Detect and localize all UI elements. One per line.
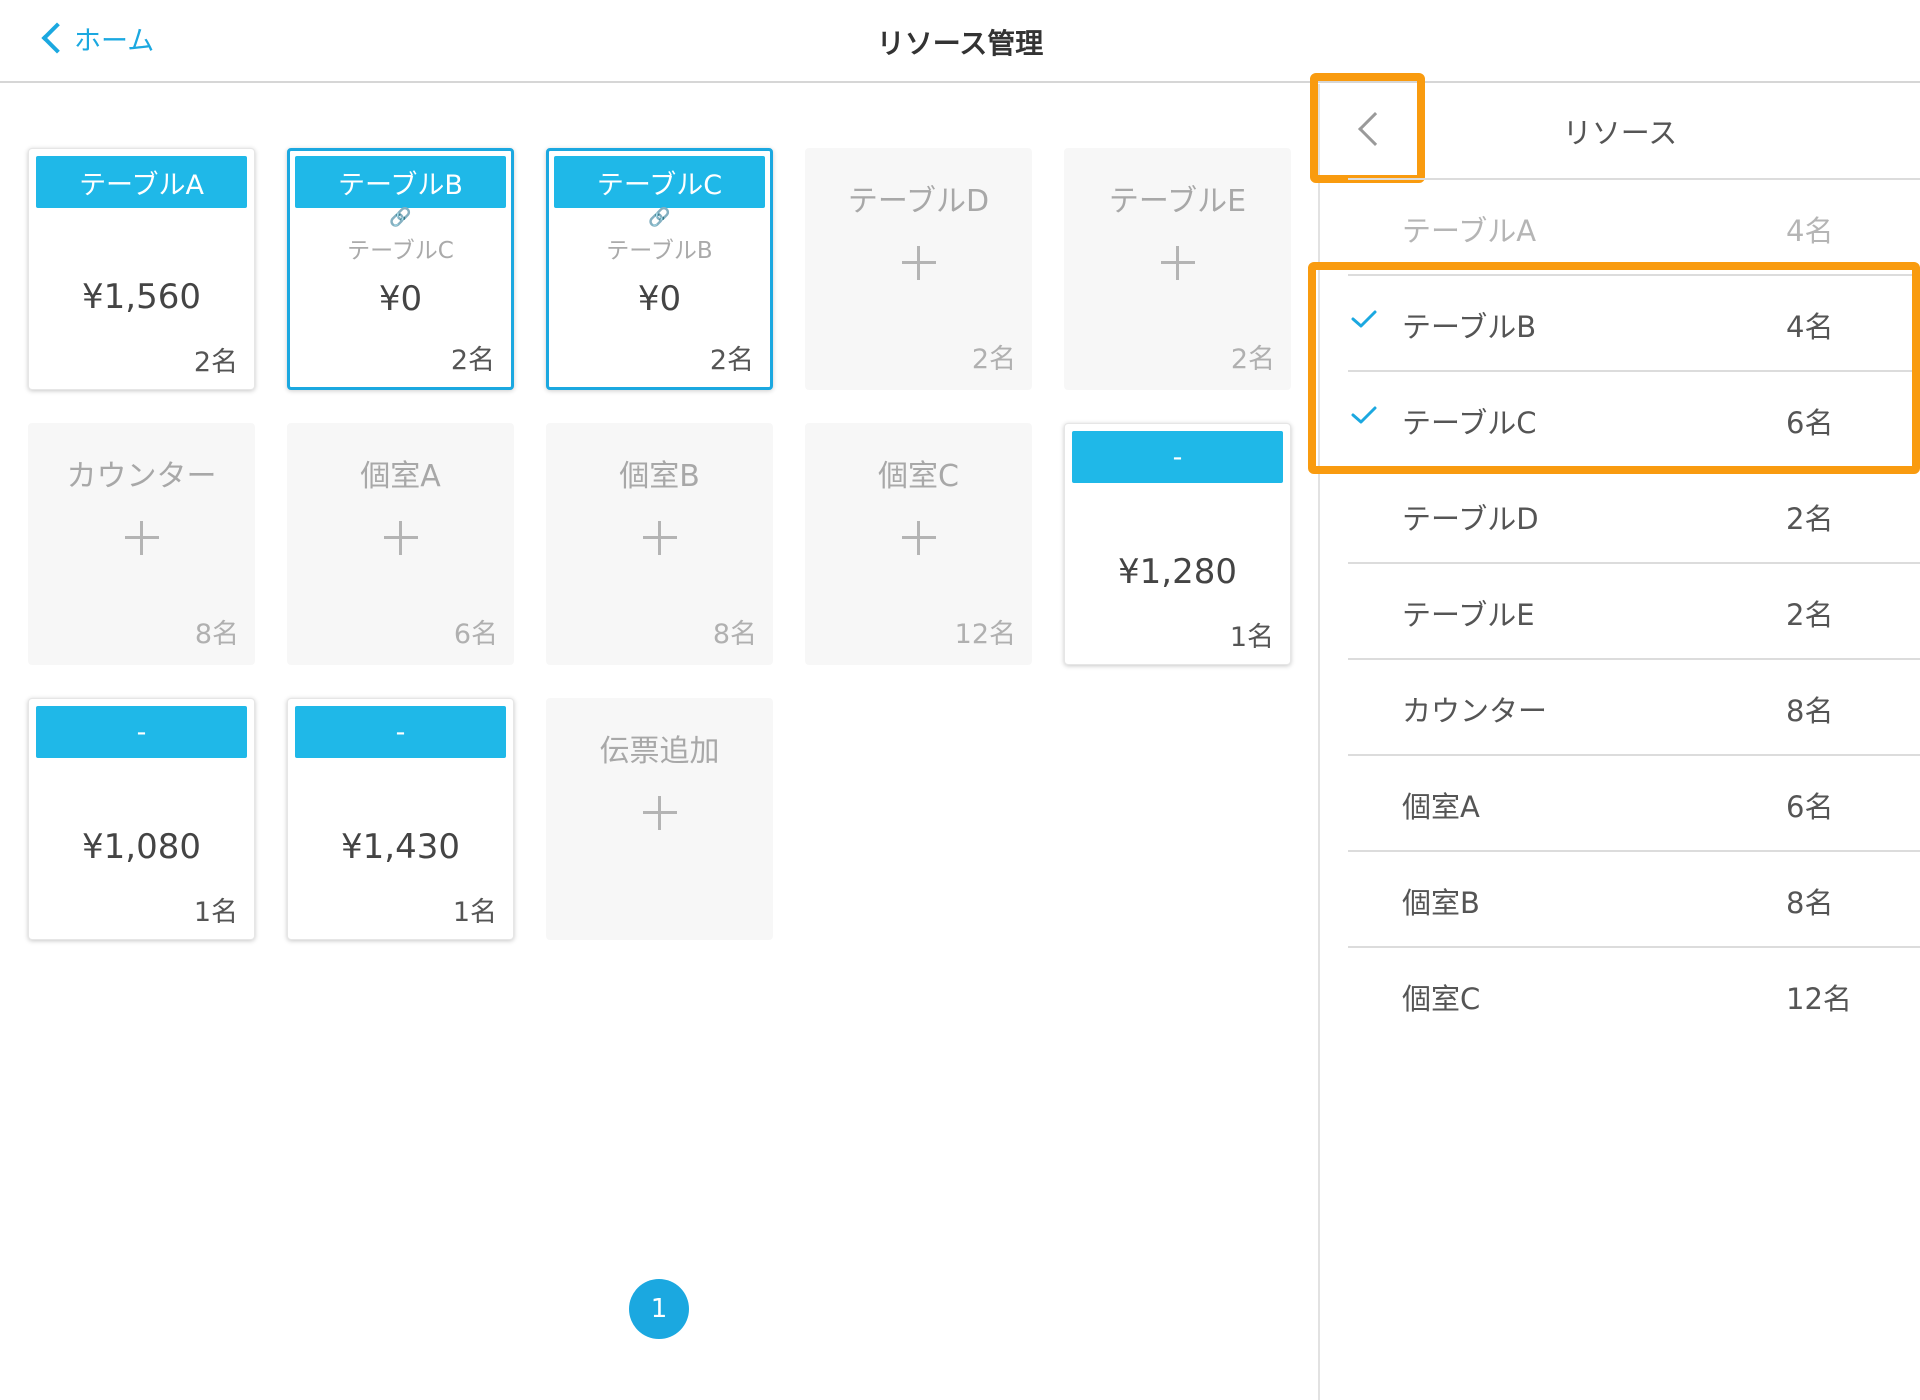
card-amount: ¥1,430 bbox=[341, 827, 460, 867]
card-guest-count: 2名 bbox=[971, 344, 1016, 375]
card-resource-name: カウンター bbox=[66, 459, 217, 494]
resource-list-item[interactable]: テーブルA 4名 bbox=[1348, 180, 1920, 276]
card-header-label: テーブルB bbox=[295, 156, 506, 208]
link-icon: 🔗 bbox=[648, 207, 671, 228]
card-guest-count: 6名 bbox=[453, 619, 498, 650]
resource-name: テーブルE bbox=[1402, 598, 1535, 632]
card-resource-name: 個室B bbox=[619, 459, 700, 494]
card-guest-count: 2名 bbox=[193, 347, 238, 378]
card-guest-count: 2名 bbox=[709, 345, 754, 376]
plus-icon bbox=[901, 521, 936, 555]
linked-resource-label: テーブルC bbox=[347, 238, 454, 264]
resource-list-item[interactable]: 個室A 6名 bbox=[1348, 756, 1920, 852]
resource-capacity: 6名 bbox=[1786, 406, 1834, 440]
resource-capacity: 8名 bbox=[1786, 886, 1834, 920]
card-amount: ¥0 bbox=[378, 279, 423, 319]
slip-card[interactable]: - ¥1,430 1名 bbox=[287, 698, 514, 940]
card-resource-name: 個室A bbox=[360, 459, 441, 494]
panel-back-button[interactable] bbox=[1310, 73, 1425, 183]
card-guest-count: 2名 bbox=[1230, 344, 1275, 375]
chevron-left-icon bbox=[1358, 112, 1392, 146]
resource-list-item[interactable]: 個室B 8名 bbox=[1348, 852, 1920, 948]
card-amount: ¥1,280 bbox=[1118, 552, 1237, 592]
resource-list-item[interactable]: テーブルB 4名 bbox=[1348, 276, 1920, 372]
card-header-label: - bbox=[1072, 431, 1283, 483]
card-guest-count: 12名 bbox=[954, 619, 1016, 650]
resource-name: テーブルB bbox=[1402, 310, 1537, 344]
top-bar: ホーム リソース管理 bbox=[0, 0, 1920, 83]
slip-card[interactable]: テーブルB 🔗 テーブルC ¥0 2名 bbox=[287, 148, 514, 390]
resource-capacity: 8名 bbox=[1786, 694, 1834, 728]
plus-icon bbox=[901, 246, 936, 280]
card-resource-name: 個室C bbox=[878, 459, 959, 494]
resource-capacity: 2名 bbox=[1786, 598, 1834, 632]
resource-name: テーブルD bbox=[1402, 502, 1539, 536]
card-resource-name: テーブルD bbox=[847, 184, 990, 219]
resource-capacity: 4名 bbox=[1786, 310, 1834, 344]
resource-name: 個室C bbox=[1402, 982, 1481, 1016]
resource-list-item[interactable]: テーブルE 2名 bbox=[1348, 564, 1920, 660]
resource-list-item[interactable]: カウンター 8名 bbox=[1348, 660, 1920, 756]
card-resource-name: 伝票追加 bbox=[599, 734, 720, 769]
card-header-label: テーブルC bbox=[554, 156, 765, 208]
plus-icon bbox=[642, 521, 677, 555]
slip-card[interactable]: テーブルA ¥1,560 2名 bbox=[28, 148, 255, 390]
resource-card-empty[interactable]: 個室A 6名 bbox=[287, 423, 514, 665]
resource-card-empty[interactable]: 個室C 12名 bbox=[805, 423, 1032, 665]
panel-title: リソース bbox=[1562, 116, 1678, 150]
card-guest-count: 8名 bbox=[194, 619, 239, 650]
card-amount: ¥1,080 bbox=[82, 827, 201, 867]
resource-name: テーブルA bbox=[1402, 214, 1537, 248]
link-icon: 🔗 bbox=[389, 207, 412, 228]
plus-icon bbox=[1160, 246, 1195, 280]
card-guest-count: 1名 bbox=[452, 897, 497, 928]
resource-name: 個室B bbox=[1402, 886, 1480, 920]
page-button-1[interactable]: 1 bbox=[629, 1279, 689, 1339]
resource-list-item[interactable]: 個室C 12名 bbox=[1348, 948, 1920, 1044]
page-title: リソース管理 bbox=[876, 27, 1044, 60]
plus-icon bbox=[642, 796, 677, 830]
resource-card-empty[interactable]: テーブルE 2名 bbox=[1064, 148, 1291, 390]
resource-list-item[interactable]: テーブルD 2名 bbox=[1348, 468, 1920, 564]
plus-icon bbox=[124, 521, 159, 555]
slip-card[interactable]: テーブルC 🔗 テーブルB ¥0 2名 bbox=[546, 148, 773, 390]
resource-capacity: 12名 bbox=[1786, 982, 1852, 1016]
resource-capacity: 2名 bbox=[1786, 502, 1834, 536]
card-header-label: テーブルA bbox=[36, 156, 247, 208]
resource-name: 個室A bbox=[1402, 790, 1480, 824]
panel-divider bbox=[1318, 84, 1320, 1400]
card-amount: ¥0 bbox=[637, 279, 682, 319]
resource-capacity: 4名 bbox=[1786, 214, 1834, 248]
card-guest-count: 1名 bbox=[193, 897, 238, 928]
linked-resource-label: テーブルB bbox=[606, 238, 713, 264]
resource-name: カウンター bbox=[1402, 694, 1548, 728]
resource-list-item[interactable]: テーブルC 6名 bbox=[1348, 372, 1920, 468]
card-guest-count: 2名 bbox=[450, 345, 495, 376]
resource-card-empty[interactable]: 個室B 8名 bbox=[546, 423, 773, 665]
card-guest-count: 1名 bbox=[1229, 622, 1274, 653]
resource-name: テーブルC bbox=[1402, 406, 1537, 440]
resource-card-empty[interactable]: テーブルD 2名 bbox=[805, 148, 1032, 390]
slip-card[interactable]: - ¥1,280 1名 bbox=[1064, 423, 1291, 665]
card-guest-count: 8名 bbox=[712, 619, 757, 650]
card-header-label: - bbox=[36, 706, 247, 758]
slip-card[interactable]: - ¥1,080 1名 bbox=[28, 698, 255, 940]
resource-card-empty[interactable]: カウンター 8名 bbox=[28, 423, 255, 665]
plus-icon bbox=[383, 521, 418, 555]
card-amount: ¥1,560 bbox=[82, 277, 201, 317]
resource-capacity: 6名 bbox=[1786, 790, 1834, 824]
checkmark-icon bbox=[1351, 406, 1377, 424]
resource-list: テーブルA 4名 テーブルB 4名 テーブルC 6名 テーブルD 2名 テーブルE 2名 カウンター… bbox=[1348, 180, 1920, 1044]
resource-card-empty[interactable]: 伝票追加 bbox=[546, 698, 773, 940]
checkmark-icon bbox=[1351, 310, 1377, 328]
card-resource-name: テーブルE bbox=[1108, 184, 1247, 219]
card-header-label: - bbox=[295, 706, 506, 758]
